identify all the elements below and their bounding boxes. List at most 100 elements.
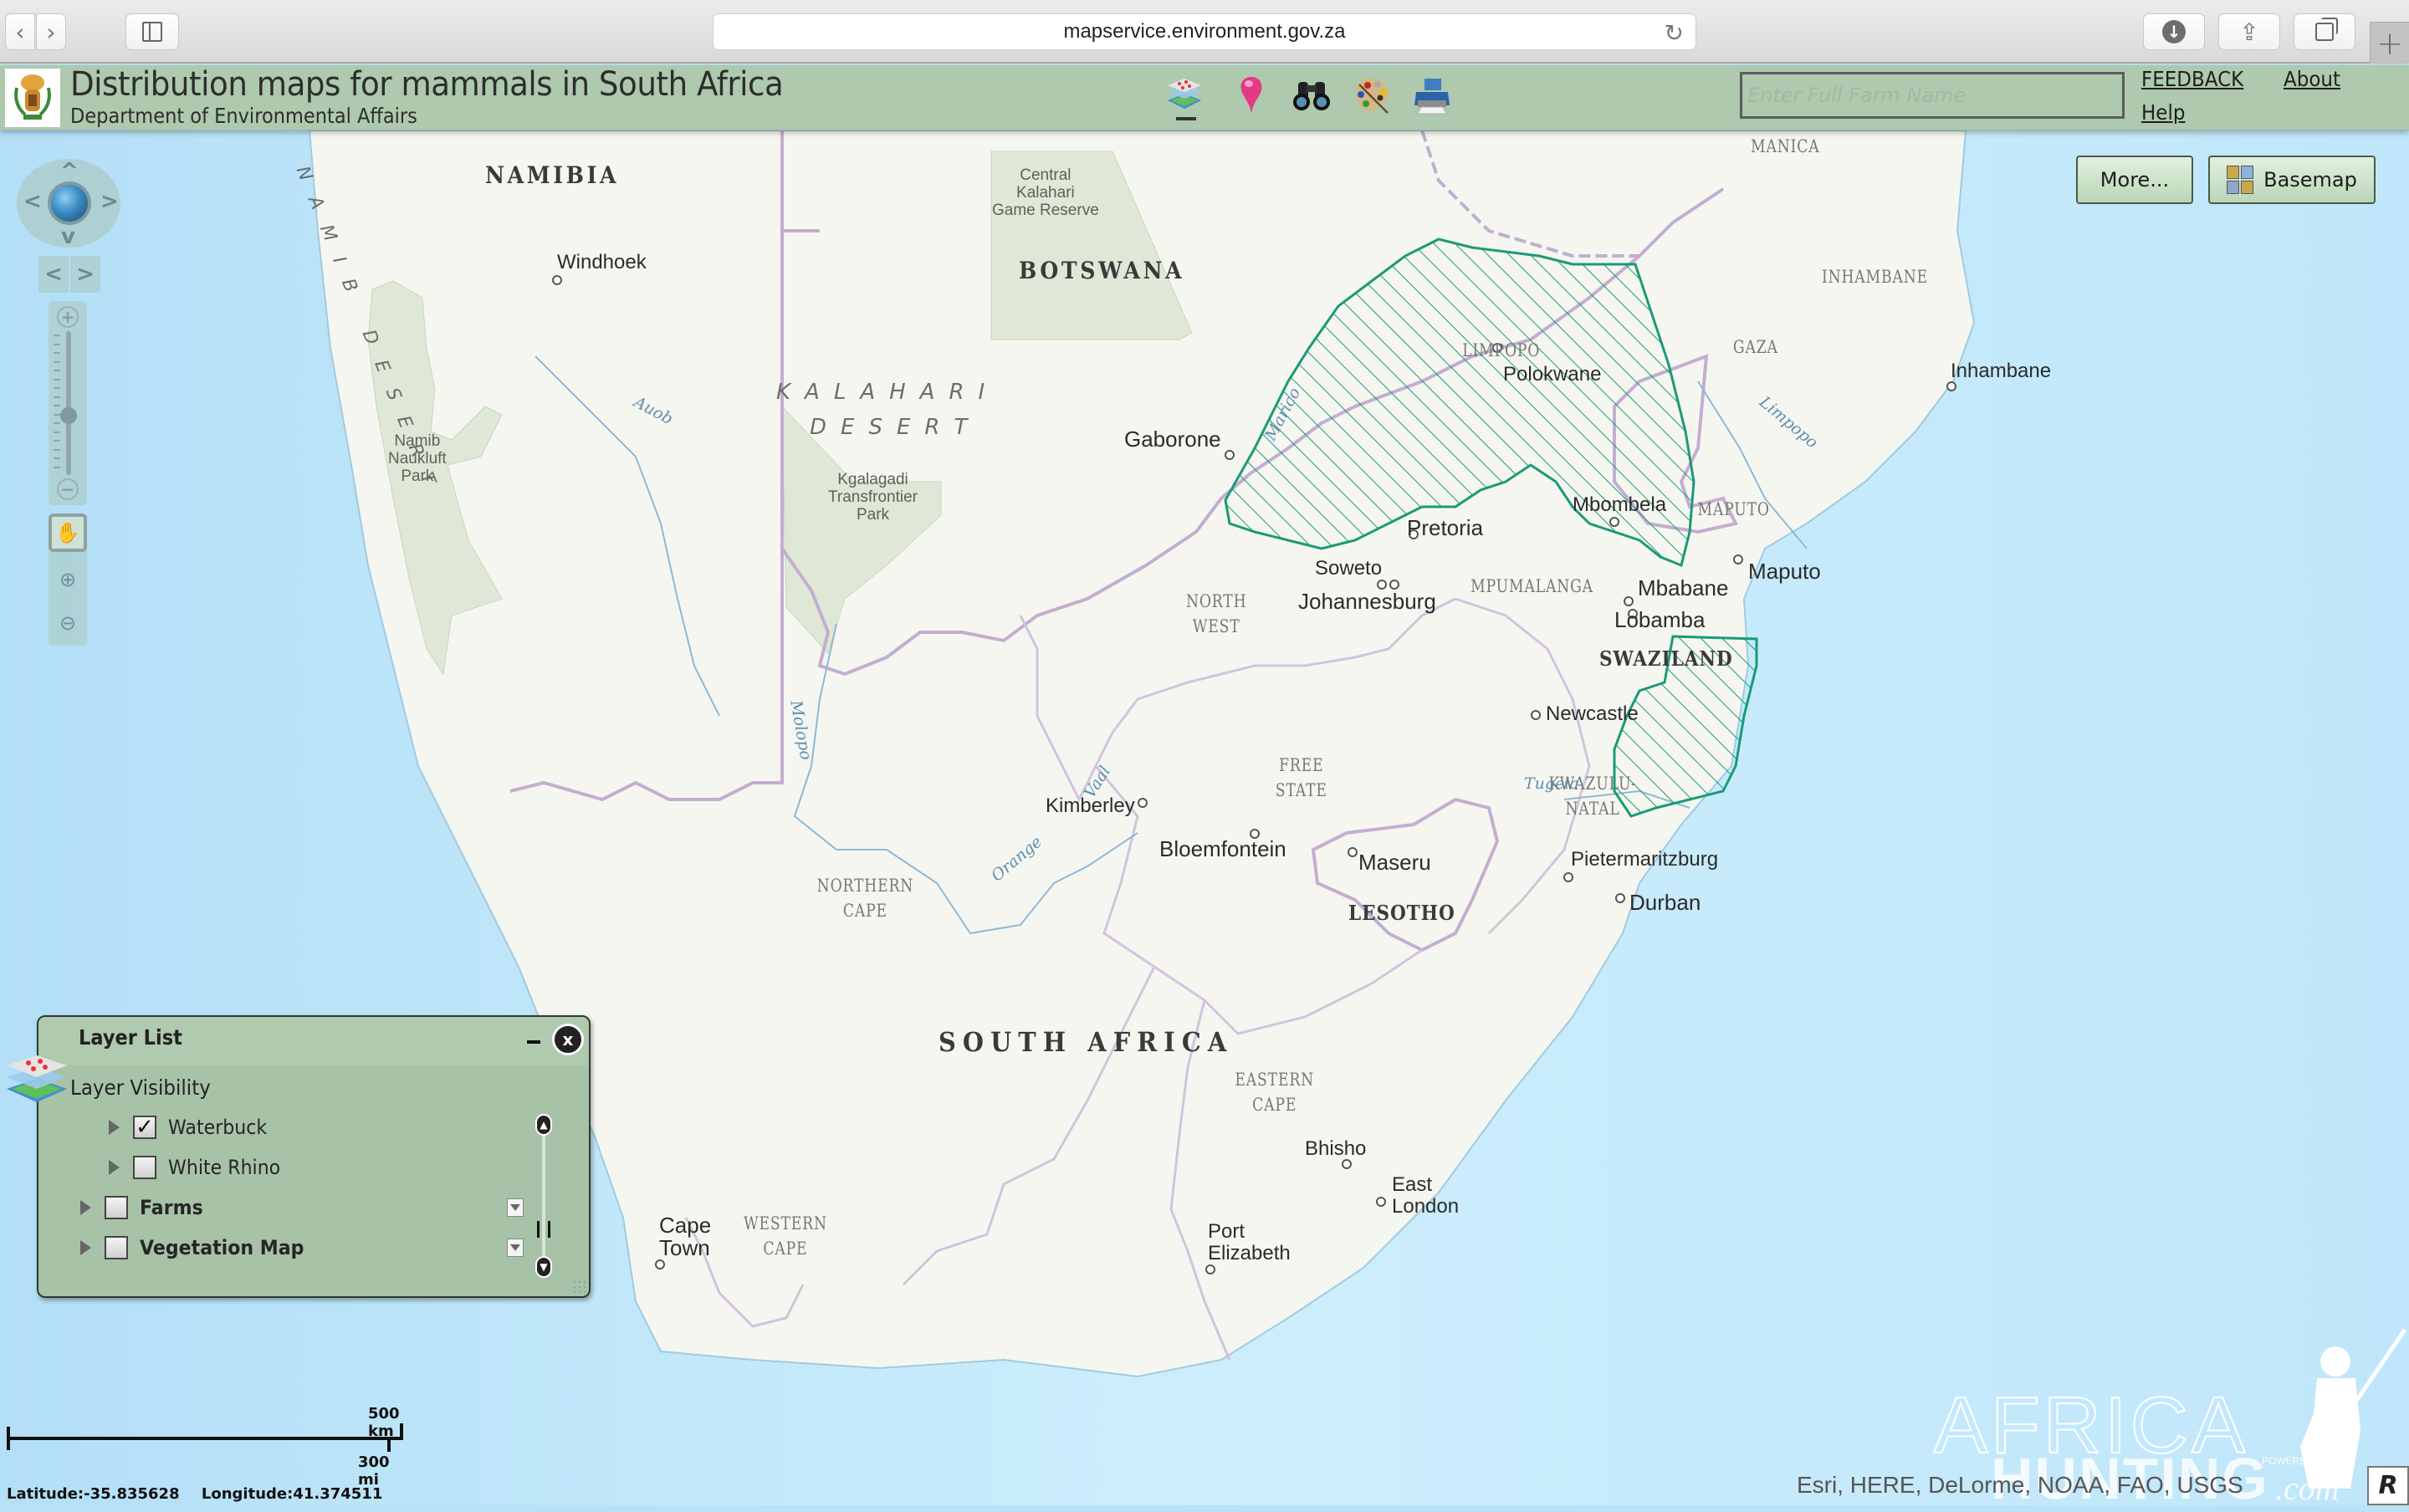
layer-checkbox-white-rhino[interactable] [133,1156,156,1179]
label-limpopo: LIMPOPO [1462,340,1541,360]
zoom-out-button[interactable]: − [57,478,79,500]
label-east-london: East London [1392,1173,1460,1218]
label-soweto: Soweto [1315,557,1383,580]
forward-button[interactable]: › [36,13,66,50]
label-durban: Durban [1629,890,1701,915]
zoom-tick [54,352,60,354]
share-icon: ⇪ [2239,18,2259,46]
about-link[interactable]: About [2284,67,2340,91]
pan-down-button[interactable]: v [61,226,75,248]
layer-checkbox-vegetation-map[interactable] [105,1236,128,1259]
scrollbar-grip[interactable] [537,1221,550,1238]
label-eastern-cape: EASTERN CAPE [1235,1070,1315,1116]
pan-up-button[interactable]: ^ [60,161,79,182]
scale-mi-label: 300 mi [358,1453,390,1489]
full-extent-globe-icon[interactable] [48,181,91,225]
scroll-up-button[interactable]: ▲ [535,1114,552,1136]
zoom-tick [54,396,60,398]
more-button[interactable]: More... [2076,156,2193,204]
label-port-elizabeth: Port Elizabeth [1208,1220,1291,1265]
add-marker-tool-button[interactable] [1228,72,1275,119]
zoom-in-tool-button[interactable]: ⊕ [49,560,87,599]
layers-tool-button[interactable] [1161,72,1208,120]
layer-visibility-heading: Layer Visibility [70,1075,211,1100]
new-tab-button[interactable]: + [2370,22,2409,64]
palette-icon [1355,79,1389,114]
zoom-tick [54,343,60,345]
farm-search-input[interactable] [1740,72,2125,119]
label-polokwane: Polokwane [1503,363,1602,386]
zoom-out-tool-button[interactable]: ⊖ [49,604,87,642]
reload-icon[interactable]: ↻ [1665,19,1684,47]
map-canvas[interactable]: NAMIBIA BOTSWANA SOUTH AFRICA LESOTHO SW… [0,130,2409,1505]
address-bar[interactable]: mapservice.environment.gov.za ↻ [713,13,1696,50]
zoom-slider[interactable]: + − [49,301,87,505]
layer-row-vegetation-map: Vegetation Map [80,1231,532,1264]
show-tabs-button[interactable] [2294,13,2355,50]
zoom-slider-track[interactable] [66,331,71,475]
scrollbar-track[interactable] [542,1126,545,1264]
zoom-slider-thumb[interactable] [60,407,77,425]
label-maputo: Maputo [1748,559,1821,584]
app-header: Distribution maps for mammals in South A… [0,65,2409,130]
layer-options-dropdown[interactable] [507,1239,524,1257]
label-lesotho: LESOTHO [1348,901,1455,925]
basemap-button[interactable]: Basemap [2208,156,2376,204]
basemap-gallery-icon [2227,166,2254,194]
next-extent-button[interactable]: > [70,256,100,293]
back-button[interactable]: ‹ [5,13,35,50]
scroll-down-button[interactable]: ▼ [535,1256,552,1278]
label-free-state: FREE STATE [1275,755,1327,801]
label-windhoek: Windhoek [557,251,647,273]
zoom-tick [54,448,60,451]
zoom-tick [54,335,60,336]
expand-arrow-icon[interactable] [109,1120,120,1135]
expand-arrow-icon[interactable] [109,1160,120,1175]
label-kalahari: KALAHARI [776,380,1000,405]
download-icon: ↓ [2162,20,2186,43]
magnifier-plus-icon: ⊕ [59,568,77,591]
layer-list-scrollbar[interactable]: ▲ ▼ [535,1114,552,1281]
corner-logo-button[interactable]: R [2367,1466,2409,1505]
label-newcastle: Newcastle [1546,702,1639,725]
resize-handle[interactable] [572,1280,586,1293]
previous-extent-button[interactable]: < [38,256,69,293]
expand-arrow-icon[interactable] [80,1240,91,1255]
app-title: Distribution maps for mammals in South A… [70,65,784,104]
layer-options-dropdown[interactable] [507,1198,524,1217]
downloads-button[interactable]: ↓ [2143,13,2205,50]
share-button[interactable]: ⇪ [2218,13,2280,50]
layer-checkbox-waterbuck[interactable]: ✓ [133,1115,156,1140]
label-north-west: NORTH WEST [1185,591,1247,637]
pan-right-button[interactable]: > [100,191,119,212]
minimize-button[interactable] [527,1040,540,1044]
sidebar-toggle-button[interactable] [125,13,179,50]
layer-list-header[interactable]: Layer List x [38,1017,589,1065]
label-maputo-province: MAPUTO [1697,499,1770,519]
pan-left-button[interactable]: < [23,191,42,212]
layer-checkbox-farms[interactable] [105,1196,128,1219]
chevron-left-icon: < [44,262,63,287]
printer-icon [1414,79,1450,115]
plus-icon: + [2376,24,2403,62]
feedback-link[interactable]: FEEDBACK [2141,67,2243,91]
label-mbombela: Mbombela [1573,493,1667,516]
help-link[interactable]: Help [2141,100,2185,125]
expand-arrow-icon[interactable] [80,1200,91,1215]
label-mpumalanga: MPUMALANGA [1470,576,1593,596]
find-tool-button[interactable] [1288,72,1335,119]
label-tugela-river: Tugela [1524,774,1579,793]
zoom-tick [54,405,60,406]
layer-list-panel: Layer List x Layer Visibility ✓ Waterbuc… [7,1015,591,1298]
layer-row-farms: Farms [80,1191,532,1224]
print-tool-button[interactable] [1409,72,1455,119]
pan-tool-button[interactable]: ✋ [49,513,87,552]
layer-row-waterbuck: ✓ Waterbuck [109,1111,275,1144]
map-navigation-widget: ^ v < > < > + − ✋ ⊕ ⊖ [17,147,120,741]
close-button[interactable]: x [552,1024,584,1055]
layer-name: Farms [140,1196,203,1219]
symbology-tool-button[interactable] [1348,72,1395,119]
extent-history: < > [38,256,100,293]
tabs-icon [2315,18,2338,41]
zoom-in-button[interactable]: + [57,306,79,328]
